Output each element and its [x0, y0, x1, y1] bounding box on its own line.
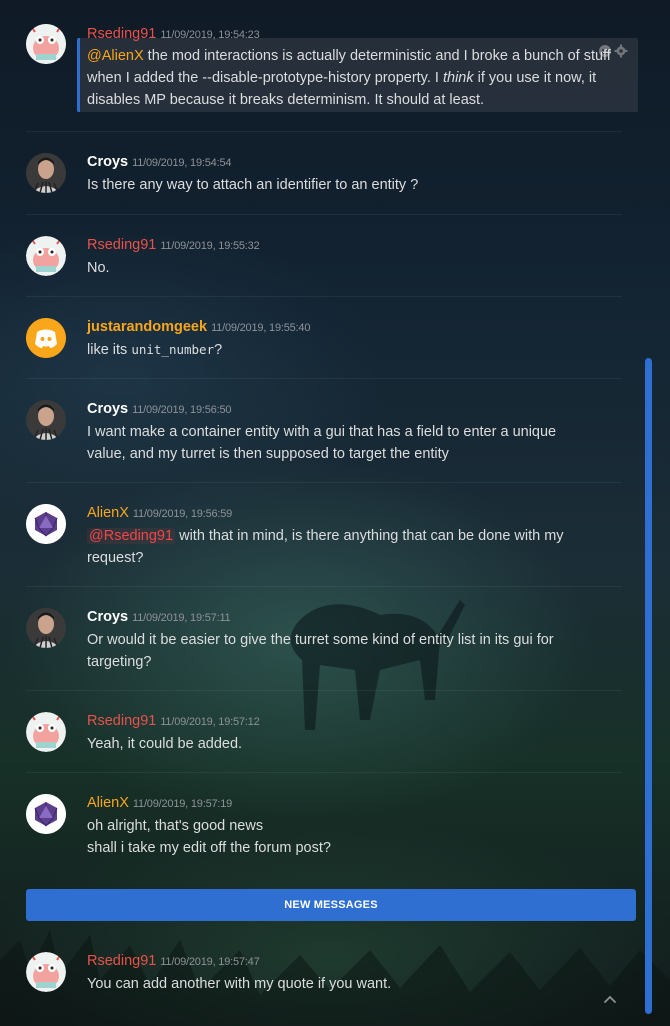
timestamp: 11/09/2019, 19:57:12	[160, 716, 260, 728]
timestamp: 11/09/2019, 19:57:47	[160, 956, 260, 968]
croys-avatar[interactable]	[26, 400, 66, 440]
message: Rseding91 11/09/2019, 19:55:32 No.	[0, 215, 640, 297]
croys-avatar[interactable]	[26, 608, 66, 648]
author-name[interactable]: Rseding91	[87, 713, 156, 729]
message-content: @AlienX the mod interactions is actually…	[87, 48, 611, 108]
inline-code: unit_number	[131, 342, 215, 357]
zoidberg-avatar[interactable]	[26, 712, 66, 752]
author-name[interactable]: Croys	[87, 154, 128, 170]
timestamp: 11/09/2019, 19:56:59	[132, 508, 233, 520]
message: Croys 11/09/2019, 19:57:11 Or would it be…	[0, 587, 640, 689]
author-name[interactable]: AlienX	[87, 795, 129, 811]
message: justarandomgeek 11/09/2019, 19:55:40 like…	[0, 297, 640, 379]
message-content: Yeah, it could be added.	[87, 736, 243, 752]
author-name[interactable]: Rseding91	[87, 953, 156, 969]
croys-avatar[interactable]	[26, 153, 66, 193]
zoidberg-avatar[interactable]	[26, 236, 66, 276]
author-name[interactable]: Rseding91	[87, 26, 156, 42]
user-mention[interactable]: @AlienX	[87, 48, 144, 64]
message-content: Is there any way to attach an identifier…	[87, 177, 419, 193]
message-content: @Rseding91 with that in mind, is there a…	[87, 528, 564, 566]
message: Croys 11/09/2019, 19:54:54 Is there any w…	[0, 132, 640, 214]
author-name[interactable]: Croys	[87, 609, 128, 625]
d20-avatar[interactable]	[26, 504, 66, 544]
d20-avatar[interactable]	[26, 794, 66, 834]
author-name[interactable]: AlienX	[87, 505, 129, 521]
scrollbar-thumb[interactable]	[645, 358, 652, 1014]
chevron-up-icon[interactable]	[603, 993, 617, 1007]
message-content: You can add another with my quote if you…	[87, 976, 392, 992]
zoidberg-avatar[interactable]	[26, 952, 66, 992]
timestamp: 11/09/2019, 19:56:50	[132, 404, 232, 416]
author-name[interactable]: Croys	[87, 401, 128, 417]
timestamp: 11/09/2019, 19:57:11	[132, 612, 231, 624]
timestamp: 11/09/2019, 19:54:23	[160, 29, 260, 41]
message-content: I want make a container entity with a gu…	[87, 424, 557, 462]
author-name[interactable]: justarandomgeek	[87, 319, 207, 335]
message-content: No.	[87, 260, 110, 276]
discord-logo-avatar[interactable]	[26, 318, 66, 358]
message: AlienX 11/09/2019, 19:56:59 @Rseding91 wi…	[0, 483, 640, 585]
message-content: oh alright, that's good news shall i tak…	[87, 818, 331, 856]
timestamp: 11/09/2019, 19:54:54	[132, 157, 232, 169]
message: Croys 11/09/2019, 19:56:50 I want make a …	[0, 379, 640, 481]
message: AlienX 11/09/2019, 19:57:19 oh alright, t…	[0, 773, 640, 873]
message: Rseding91 11/09/2019, 19:57:12 Yeah, it c…	[0, 691, 640, 773]
message: Rseding91 11/09/2019, 19:54:23 @AlienX th…	[0, 0, 640, 130]
new-messages-bar[interactable]: NEW MESSAGES	[26, 889, 636, 921]
message-content: Or would it be easier to give the turret…	[87, 632, 554, 670]
author-name[interactable]: Rseding91	[87, 237, 156, 253]
timestamp: 11/09/2019, 19:55:32	[160, 240, 260, 252]
user-mention[interactable]: @Rseding91	[87, 528, 176, 544]
message: Rseding91 11/09/2019, 19:57:47 You can ad…	[0, 932, 640, 1022]
message-content: like its unit_number?	[87, 342, 223, 358]
timestamp: 11/09/2019, 19:55:40	[211, 322, 311, 334]
zoidberg-avatar[interactable]	[26, 24, 66, 64]
timestamp: 11/09/2019, 19:57:19	[132, 798, 233, 810]
chat-messages: Rseding91 11/09/2019, 19:54:23 @AlienX th…	[0, 0, 670, 1026]
